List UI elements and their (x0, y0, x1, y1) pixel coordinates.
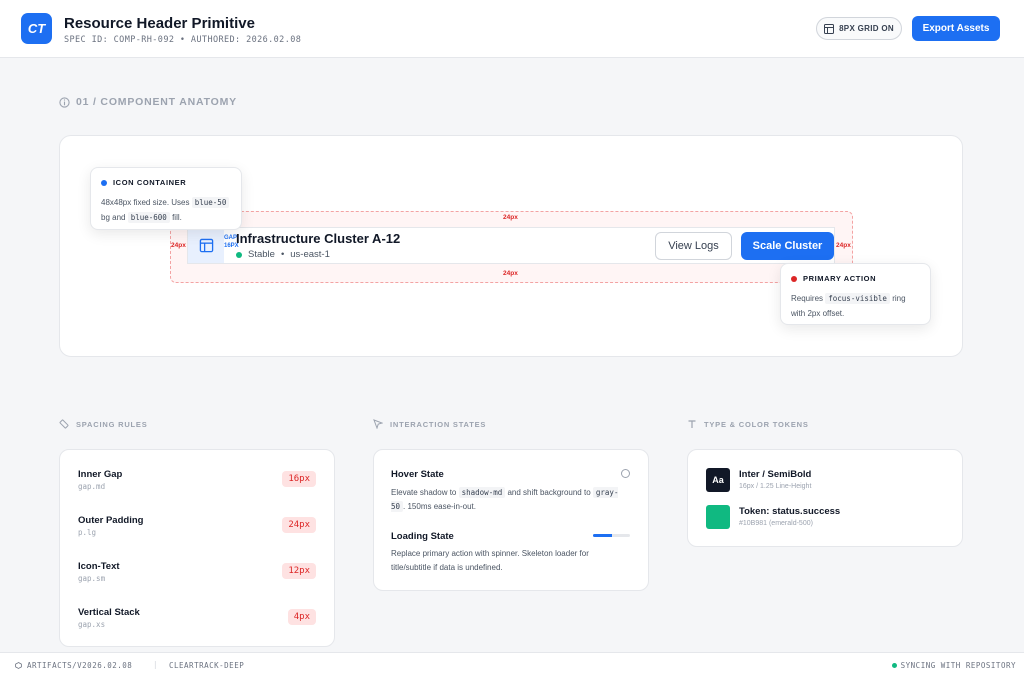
padding-label-bottom: 24px (503, 270, 518, 277)
interaction-states-title: INTERACTION STATES (390, 419, 487, 429)
loading-state-description: Replace primary action with spinner. Ske… (391, 549, 589, 572)
spacing-rule-value-badge: 24px (282, 517, 316, 533)
blue-dot-icon (101, 179, 107, 186)
loading-progress-bar (593, 534, 630, 537)
footer-separator: | (153, 660, 159, 669)
padding-label-right: 24px (836, 242, 851, 249)
type-token-meta: 16px / 1.25 Line-Height (739, 483, 812, 490)
export-assets-button[interactable]: Export Assets (912, 16, 1000, 41)
spacing-rules-heading: SPACING RULES (59, 419, 148, 429)
icon-callout-code: blue-600 (127, 212, 170, 223)
spacing-rule-value-badge: 12px (282, 563, 316, 579)
spacing-rule-name: Icon-Text (78, 561, 120, 572)
artifact-icon (15, 662, 22, 669)
padding-label-top: 24px (503, 214, 518, 221)
icon-callout-code: blue-50 (191, 197, 230, 208)
project-name: CLEARTRACK-DEEP (169, 661, 245, 670)
page-title: Resource Header Primitive (64, 15, 255, 32)
view-logs-button[interactable]: View Logs (655, 232, 732, 260)
region-text: us-east-1 (290, 249, 330, 260)
anatomy-section-title: 01 / COMPONENT ANATOMY (76, 96, 237, 108)
action-callout-title: PRIMARY ACTION (803, 274, 877, 283)
spacing-rule-token: gap.md (78, 482, 106, 491)
primary-action-callout: PRIMARY ACTION Requires focus-visible ri… (780, 263, 931, 325)
color-token-name: Token: status.success (739, 506, 841, 517)
icon-callout-body: 48x48px fixed size. Uses blue-50 bg and … (101, 195, 231, 225)
resource-icon-container (188, 228, 224, 263)
hover-indicator-icon (621, 469, 630, 478)
type-token-name: Inter / SemiBold (739, 469, 812, 480)
ruler-icon (59, 419, 69, 429)
spacing-rule-token: gap.sm (78, 574, 106, 583)
hover-text: . 150ms ease-in-out. (403, 502, 476, 511)
status-separator: • (280, 249, 285, 260)
hover-state-description: Elevate shadow to shadow-md and shift ba… (391, 486, 631, 514)
grid-icon (824, 23, 835, 34)
anatomy-section-heading: 01 / COMPONENT ANATOMY (59, 96, 237, 108)
tokens-card (687, 449, 963, 547)
status-text: Stable (248, 249, 275, 260)
spacing-rules-title: SPACING RULES (76, 419, 148, 429)
hover-text: Elevate shadow to (391, 488, 457, 497)
icon-callout-header: ICON CONTAINER (101, 178, 231, 187)
spacing-rule-value: 12px (270, 563, 316, 579)
action-callout-text: Requires (791, 294, 824, 303)
tokens-heading: TYPE & COLOR TOKENS (687, 419, 809, 429)
spacing-rule-name: Inner Gap (78, 469, 123, 480)
grid-toggle-label: 8PX GRID ON (839, 24, 894, 33)
spacing-rule-value: 4px (270, 609, 316, 625)
scale-cluster-button[interactable]: Scale Cluster (741, 232, 834, 260)
sync-label: SYNCING WITH REPOSITORY (900, 661, 1016, 670)
type-icon (688, 420, 696, 428)
type-swatch: Aa (706, 468, 730, 492)
loading-progress-fill (593, 534, 612, 537)
icon-container-callout: ICON CONTAINER 48x48px fixed size. Uses … (90, 167, 242, 230)
spacing-rule-value: 16px (270, 471, 316, 487)
layout-icon (199, 238, 213, 253)
tokens-title: TYPE & COLOR TOKENS (704, 419, 809, 429)
grid-toggle-button[interactable]: 8PX GRID ON (816, 17, 902, 40)
spacing-rule-token: gap.xs (78, 620, 106, 629)
interaction-states-heading: INTERACTION STATES (373, 419, 486, 429)
top-bar: CT Resource Header Primitive SPEC ID: CO… (0, 0, 1024, 58)
icon-callout-text: bg and (101, 213, 126, 222)
spacing-rule-value-badge: 16px (282, 471, 316, 487)
app-logo: CT (21, 13, 52, 44)
spacing-rule-name: Outer Padding (78, 515, 144, 526)
color-swatch (706, 505, 730, 529)
action-callout-header: PRIMARY ACTION (791, 274, 920, 283)
padding-label-left: 24px (171, 242, 186, 249)
hover-state-title: Hover State (391, 469, 444, 480)
artifact-version: ARTIFACTS/V2026.02.08 (15, 661, 132, 670)
footer: ARTIFACTS/V2026.02.08 | CLEARTRACK-DEEP … (0, 652, 1024, 675)
spacing-rule-name: Vertical Stack (78, 607, 140, 618)
color-token-meta: #10B981 (emerald-500) (739, 520, 813, 527)
sync-status: SYNCING WITH REPOSITORY (891, 661, 1016, 670)
info-icon (59, 96, 70, 108)
spacing-rule-token: p.lg (78, 528, 97, 537)
loading-state-title: Loading State (391, 531, 454, 542)
action-callout-code: focus-visible (825, 293, 890, 304)
sync-dot-icon (891, 663, 897, 668)
status-dot-icon (236, 251, 242, 258)
hover-text: and shift background to (507, 488, 591, 497)
artifact-label: ARTIFACTS/V2026.02.08 (27, 661, 133, 670)
cursor-icon (373, 419, 383, 429)
red-dot-icon (791, 275, 797, 282)
resource-status: Stable • us-east-1 (236, 249, 330, 260)
icon-callout-text: fill. (172, 213, 182, 222)
icon-callout-title: ICON CONTAINER (113, 178, 187, 187)
icon-callout-text: 48x48px fixed size. Uses (101, 198, 190, 207)
hover-code: shadow-md (458, 487, 506, 498)
spacing-rule-value: 24px (270, 517, 316, 533)
spacing-rule-value-badge: 4px (287, 609, 316, 625)
resource-title: Infrastructure Cluster A-12 (236, 231, 401, 246)
spec-meta: SPEC ID: COMP-RH-092 • AUTHORED: 2026.02… (64, 35, 302, 45)
action-callout-body: Requires focus-visible ring with 2px off… (791, 291, 920, 321)
